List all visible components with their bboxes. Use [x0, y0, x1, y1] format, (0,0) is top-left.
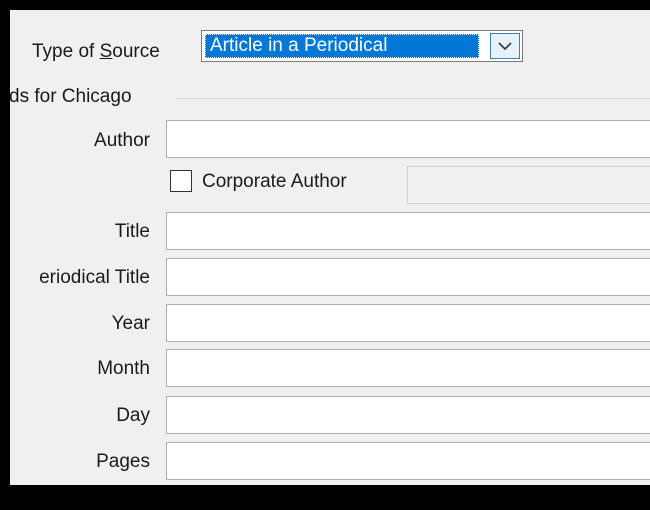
dropdown-button[interactable]: [490, 33, 520, 59]
corporate-author-field: [407, 166, 650, 204]
year-field[interactable]: [166, 304, 650, 342]
chevron-down-icon: [498, 42, 512, 51]
type-of-source-selected-value: Article in a Periodical: [205, 34, 479, 58]
corporate-author-checkbox[interactable]: [170, 170, 192, 192]
title-field[interactable]: [166, 212, 650, 250]
year-label: Year: [111, 313, 150, 334]
corporate-author-label: Corporate Author: [202, 171, 347, 192]
create-source-dialog: Type of Source Article in a Periodical d…: [10, 10, 650, 485]
day-field[interactable]: [166, 396, 650, 434]
periodical-title-field[interactable]: [166, 258, 650, 296]
type-of-source-label: Type of Source: [32, 41, 160, 62]
type-of-source-dropdown[interactable]: Article in a Periodical: [201, 30, 523, 62]
periodical-title-label: eriodical Title: [39, 267, 150, 288]
group-title: ds for Chicago: [10, 86, 132, 107]
title-label: Title: [114, 221, 150, 242]
author-label: Author: [94, 130, 150, 151]
month-field[interactable]: [166, 349, 650, 387]
author-field[interactable]: [166, 120, 650, 158]
pages-label: Pages: [96, 451, 150, 472]
day-label: Day: [116, 405, 150, 426]
group-top-border: [176, 98, 650, 99]
pages-field[interactable]: [166, 442, 650, 480]
month-label: Month: [97, 358, 150, 379]
